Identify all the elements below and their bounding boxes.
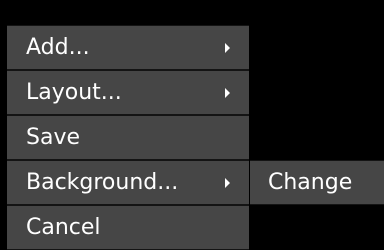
context-menu: Add... Layout... Save Background... Canc… <box>7 25 249 250</box>
menu-item-cancel[interactable]: Cancel <box>7 206 249 249</box>
menu-item-label: Add... <box>26 35 90 60</box>
chevron-right-icon <box>225 178 230 188</box>
menu-item-add[interactable]: Add... <box>7 26 249 69</box>
chevron-right-icon <box>225 88 230 98</box>
background-submenu: Change <box>250 160 384 205</box>
menu-item-save[interactable]: Save <box>7 116 249 159</box>
menu-item-label: Background... <box>26 170 179 195</box>
menu-item-label: Layout... <box>26 80 122 105</box>
menu-item-background[interactable]: Background... <box>7 161 249 204</box>
chevron-right-icon <box>225 43 230 53</box>
submenu-item-label: Change <box>268 170 353 195</box>
menu-item-layout[interactable]: Layout... <box>7 71 249 114</box>
submenu-item-change[interactable]: Change <box>250 161 384 204</box>
menu-item-label: Save <box>26 125 81 150</box>
menu-item-label: Cancel <box>26 215 101 240</box>
